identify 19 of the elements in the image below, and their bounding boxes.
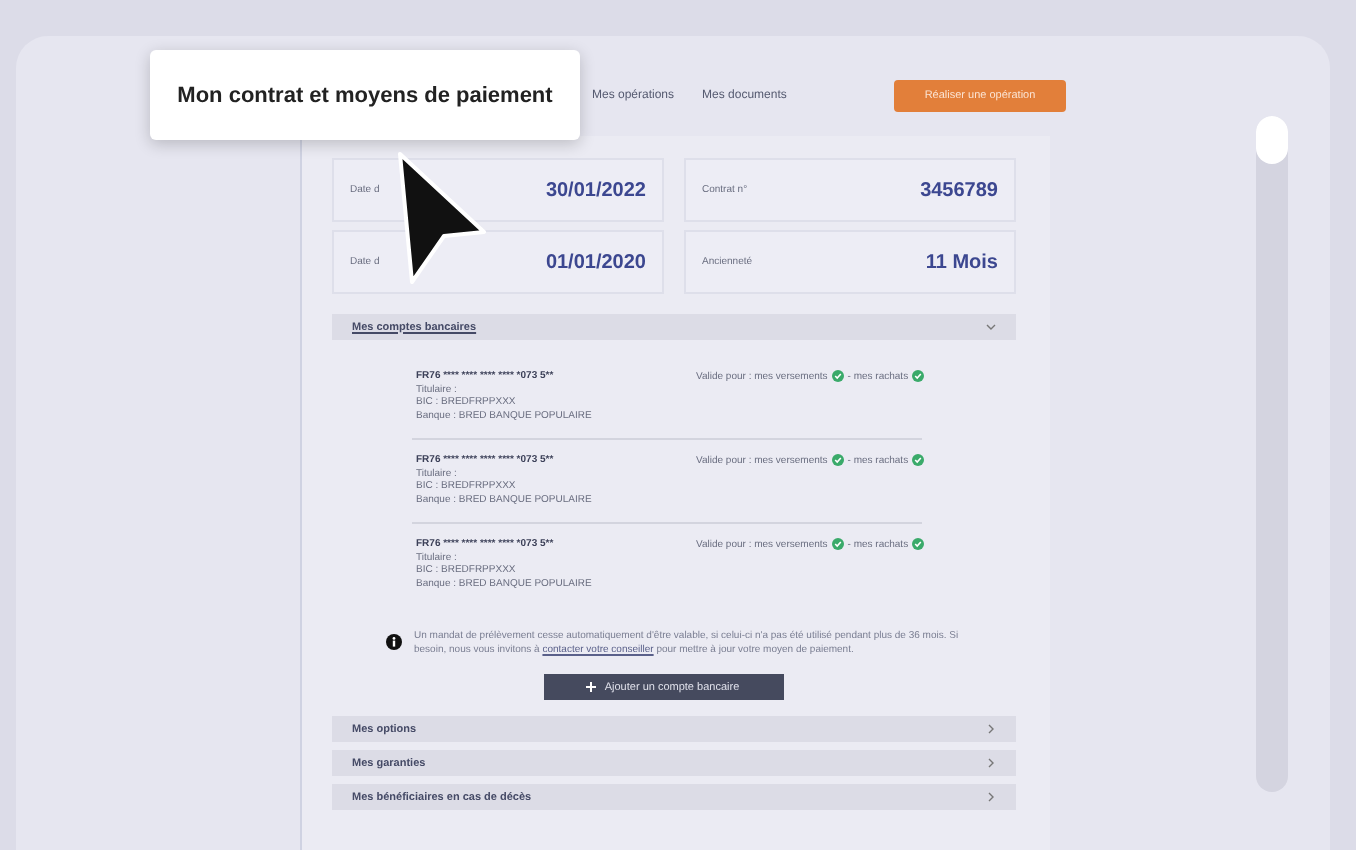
check-icon xyxy=(912,538,925,550)
summary-value: 30/01/2022 xyxy=(545,179,646,201)
chevron-icon xyxy=(986,792,996,802)
scrollbar-thumb[interactable] xyxy=(1256,116,1288,164)
check-icon xyxy=(831,370,844,382)
check-icon xyxy=(912,454,925,466)
summary-value: 11 Mois xyxy=(925,251,998,273)
tooltip: Mon contrat et moyens de paiement xyxy=(150,50,580,140)
plus-icon xyxy=(586,682,597,692)
info-icon xyxy=(386,634,402,650)
chevron-icon xyxy=(986,322,996,332)
chevron-icon xyxy=(986,758,996,768)
check-icon xyxy=(831,454,844,466)
check-icon xyxy=(912,370,925,382)
pointer-cursor-icon xyxy=(392,148,492,288)
summary-value: 3456789 xyxy=(920,179,998,201)
chevron-icon xyxy=(986,724,996,734)
check-icon xyxy=(831,538,844,550)
summary-value: 01/01/2020 xyxy=(545,251,646,273)
